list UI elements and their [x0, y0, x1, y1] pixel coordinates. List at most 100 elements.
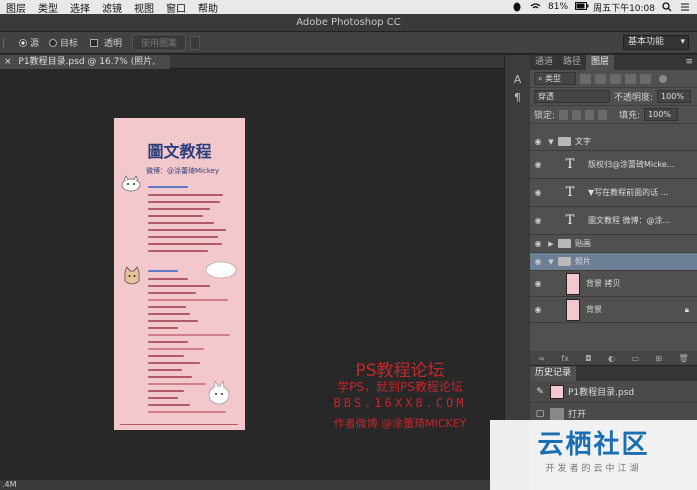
filter-adjustment-icon[interactable] — [595, 73, 606, 84]
kind-filter-select[interactable]: ⌕ 类型 — [534, 72, 576, 85]
layer-background[interactable]: ◉ 背景 🔒︎ — [530, 297, 697, 323]
eye-icon[interactable]: ◉ — [530, 160, 546, 169]
menu-help[interactable]: 帮助 — [192, 0, 224, 15]
filter-shape-icon[interactable] — [625, 73, 636, 84]
text-line — [148, 278, 188, 280]
filter-smart-icon[interactable] — [640, 73, 651, 84]
tab-history[interactable]: 历史记录 — [530, 366, 577, 381]
step-marker-icon: ▢ — [535, 408, 545, 419]
lock-pixels-icon[interactable] — [572, 109, 582, 120]
lock-position-icon[interactable] — [585, 109, 595, 120]
layer-group-text[interactable]: ◉ ▼ 文字 — [530, 133, 697, 151]
cat-sticker-icon — [121, 175, 141, 192]
workspace-select[interactable]: 基本功能 ▾ — [623, 35, 689, 50]
status-text: .4M — [2, 480, 17, 489]
tab-paths[interactable]: 路径 — [558, 55, 586, 70]
wifi-icon[interactable] — [530, 2, 541, 12]
source-radio[interactable]: 源 — [19, 36, 39, 49]
history-snapshot[interactable]: ✎ P1教程目录.psd — [530, 381, 697, 403]
layer-background-copy[interactable]: ◉ 背景 拷贝 — [530, 271, 697, 297]
opacity-label: 不透明度: — [614, 93, 654, 103]
menu-layer[interactable]: 图层 — [0, 0, 32, 15]
text-line — [148, 383, 206, 385]
qq-icon[interactable] — [512, 2, 523, 12]
eye-icon[interactable]: ◉ — [530, 188, 546, 197]
eye-icon[interactable]: ◉ — [530, 137, 546, 146]
link-icon[interactable]: ∞ — [538, 354, 545, 363]
doc-subtitle: 微博：@涂蕾琦Mickey — [146, 167, 220, 175]
battery-percent: 81% — [548, 2, 569, 12]
mask-icon[interactable]: ◘ — [585, 354, 591, 363]
clock[interactable]: 周五下午10:08 — [593, 1, 655, 14]
menu-select[interactable]: 选择 — [64, 0, 96, 15]
tab-layers[interactable]: 图层 — [586, 55, 615, 70]
paragraph-icon[interactable]: ¶ — [511, 91, 525, 105]
opacity-input[interactable]: 100% — [657, 90, 692, 103]
eye-icon[interactable]: ◉ — [530, 279, 546, 288]
text-line — [148, 348, 204, 350]
transparent-checkbox[interactable]: 透明 — [90, 36, 122, 49]
layer-group-photo[interactable]: ◉ ▼ 照片 — [530, 253, 697, 271]
menu-list-icon[interactable] — [680, 2, 691, 12]
document-tab[interactable]: × P1教程目录.psd @ 16.7% (照片, RGB/8) — [0, 55, 170, 81]
layer-name: 贴画 — [575, 239, 591, 248]
menu-filter[interactable]: 滤镜 — [96, 0, 128, 15]
watermark-url: BBS.16XX8.COM — [333, 396, 467, 410]
eye-icon[interactable]: ◉ — [530, 216, 546, 225]
chevron-right-icon[interactable]: ▶ — [546, 240, 556, 248]
text-line — [148, 362, 200, 364]
filter-toggle[interactable] — [659, 74, 667, 83]
target-radio[interactable]: 目标 — [49, 36, 78, 49]
layer-text-intro[interactable]: ◉ T ▼写在教程前面的话 ... — [530, 179, 697, 207]
new-layer-icon[interactable]: ⊞ — [655, 354, 662, 363]
lock-transparent-icon[interactable] — [559, 109, 569, 120]
layer-text-copyright[interactable]: ◉ T 版权归@涂蕾琦Micke... — [530, 151, 697, 179]
history-item-label: P1教程目录.psd — [568, 388, 635, 398]
fill-label: 填充: — [619, 111, 641, 121]
text-line — [148, 292, 196, 294]
filter-pixel-icon[interactable] — [580, 73, 591, 84]
lock-all-icon[interactable] — [598, 109, 608, 120]
tab-channels[interactable]: 通道 — [530, 55, 558, 70]
adjustment-icon[interactable]: ◐ — [608, 354, 615, 363]
layers-panel: 通道 路径 图层 ≡ ⌕ 类型 穿透 不透明度: 100% 锁定: 填充: 10… — [530, 55, 697, 365]
canvas-area[interactable]: 圖文教程 微博：@涂蕾琦Mickey PS教程论坛 学PS，就到PS教程论坛 B… — [0, 69, 504, 480]
search-icon[interactable] — [662, 2, 673, 12]
fx-icon[interactable]: fx — [561, 354, 569, 363]
lock-label: 锁定: — [534, 111, 556, 121]
close-icon[interactable]: × — [4, 57, 12, 67]
pattern-picker[interactable] — [190, 35, 201, 50]
filter-type-icon[interactable] — [610, 73, 621, 84]
text-line — [148, 334, 230, 336]
layer-group-stickers[interactable]: ◉ ▶ 贴画 — [530, 235, 697, 253]
new-group-icon[interactable]: ▭ — [631, 354, 639, 363]
use-pattern-button[interactable]: 使用图案 — [132, 34, 187, 51]
panel-menu-icon[interactable]: ≡ — [685, 55, 697, 70]
text-line — [148, 341, 188, 343]
text-line — [148, 194, 223, 196]
menu-view[interactable]: 视图 — [128, 0, 160, 15]
trash-icon[interactable]: 🗑︎ — [679, 354, 689, 363]
history-tabs: 历史记录 — [530, 366, 697, 381]
fill-input[interactable]: 100% — [644, 108, 679, 121]
eye-icon[interactable]: ◉ — [530, 305, 546, 314]
character-icon[interactable]: A — [511, 73, 525, 87]
battery-icon[interactable] — [575, 2, 589, 12]
layer-name: 文字 — [575, 137, 591, 146]
chevron-down-icon[interactable]: ▼ — [546, 258, 556, 266]
blend-mode-select[interactable]: 穿透 — [534, 90, 610, 103]
text-line — [148, 285, 210, 287]
menu-type[interactable]: 类型 — [32, 0, 64, 15]
eye-icon[interactable]: ◉ — [530, 257, 546, 266]
kitten-sticker-icon — [124, 266, 140, 285]
eye-icon[interactable]: ◉ — [530, 239, 546, 248]
brand-watermark: 云栖社区 开发者的云中江湖 — [490, 420, 697, 490]
menu-window[interactable]: 窗口 — [160, 0, 192, 15]
radio-dot — [49, 38, 58, 47]
text-line — [148, 201, 220, 203]
chevron-down-icon[interactable]: ▼ — [546, 138, 556, 146]
cloud-sticker-icon — [205, 261, 237, 279]
layer-text-title[interactable]: ◉ T 圖文教程 微博：@涂... — [530, 207, 697, 235]
layer-name: 背景 拷贝 — [586, 279, 621, 288]
document-canvas[interactable]: 圖文教程 微博：@涂蕾琦Mickey — [114, 118, 245, 430]
